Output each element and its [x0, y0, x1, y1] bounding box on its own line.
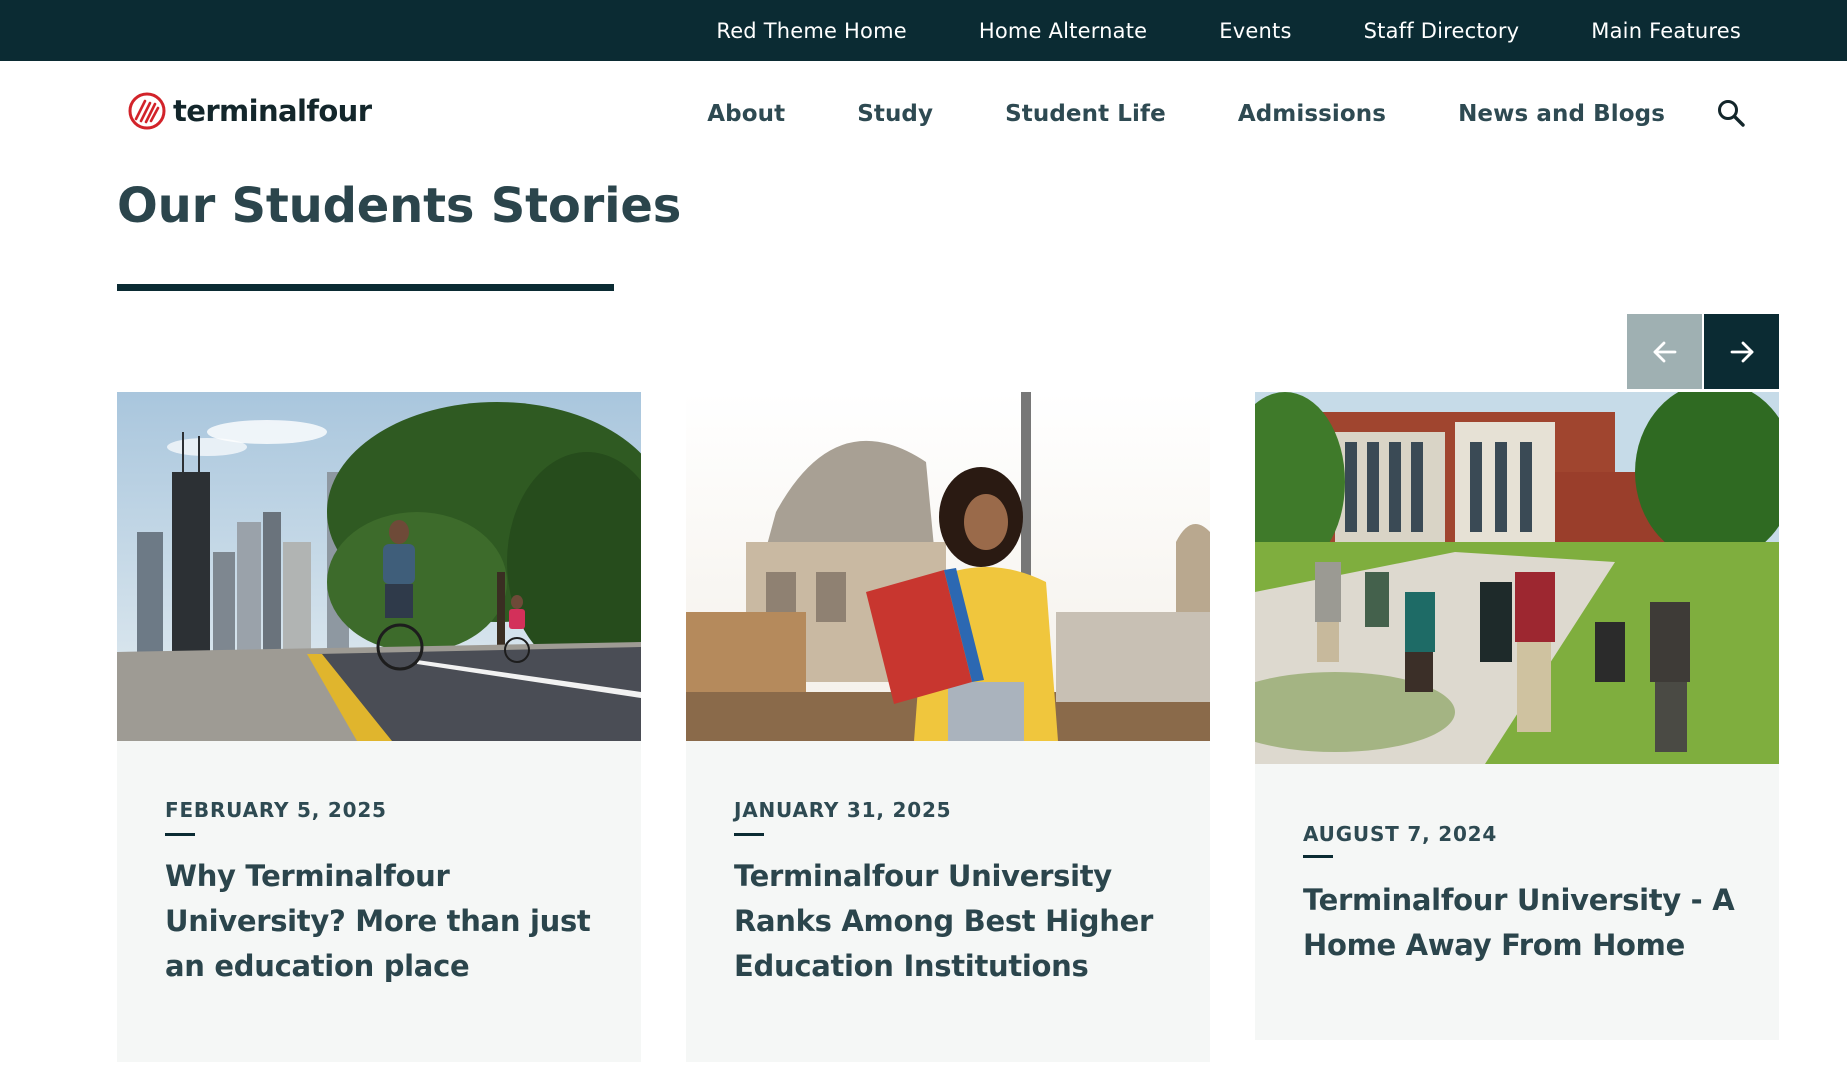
logo-text: terminalfour	[173, 94, 372, 128]
date-underline	[165, 833, 195, 836]
utility-link-red-theme-home[interactable]: Red Theme Home	[716, 19, 907, 43]
main-nav-item: Study	[857, 101, 933, 127]
main-nav-item: News and Blogs	[1458, 101, 1665, 127]
arrow-right-icon	[1730, 341, 1753, 362]
logo-mark-icon	[128, 92, 166, 130]
story-card[interactable]: AUGUST 7, 2024 Terminalfour University -…	[1255, 392, 1779, 1040]
story-date: JANUARY 31, 2025	[734, 798, 952, 822]
main-nav-item: Student Life	[1005, 101, 1166, 127]
nav-student-life[interactable]: Student Life	[1005, 101, 1166, 127]
nav-about[interactable]: About	[707, 101, 785, 127]
arrow-left-icon	[1653, 341, 1676, 362]
story-card[interactable]: JANUARY 31, 2025 Terminalfour University…	[686, 392, 1210, 1062]
utility-nav-item: Staff Directory	[1364, 19, 1520, 43]
story-title-link[interactable]: Why Terminalfour University? More than j…	[165, 854, 595, 989]
utility-nav-item: Events	[1219, 19, 1291, 43]
story-date: FEBRUARY 5, 2025	[165, 798, 387, 822]
nav-news-and-blogs[interactable]: News and Blogs	[1458, 101, 1665, 127]
search-button[interactable]	[1714, 97, 1748, 131]
utility-link-home-alternate[interactable]: Home Alternate	[979, 19, 1147, 43]
main-header: terminalfour About Study Student Life Ad…	[0, 61, 1847, 166]
main-nav-item: About	[707, 101, 785, 127]
nav-admissions[interactable]: Admissions	[1238, 101, 1386, 127]
carousel-prev-button[interactable]	[1627, 314, 1702, 389]
main-nav: About Study Student Life Admissions News…	[707, 61, 1665, 166]
utility-link-staff-directory[interactable]: Staff Directory	[1364, 19, 1520, 43]
utility-link-main-features[interactable]: Main Features	[1591, 19, 1741, 43]
story-image-cyclist-lakefront	[117, 392, 641, 741]
utility-nav-item: Main Features	[1591, 19, 1741, 43]
section-title: Our Students Stories	[117, 178, 682, 234]
search-icon	[1718, 99, 1745, 127]
title-underline	[117, 284, 614, 291]
carousel-next-button[interactable]	[1704, 314, 1779, 389]
nav-study[interactable]: Study	[857, 101, 933, 127]
utility-link-events[interactable]: Events	[1219, 19, 1291, 43]
date-underline	[1303, 855, 1333, 858]
story-title-link[interactable]: Terminalfour University - A Home Away Fr…	[1303, 878, 1743, 968]
utility-nav-list: Red Theme Home Home Alternate Events Sta…	[716, 0, 1741, 61]
story-image-student-with-books	[686, 392, 1210, 741]
main-nav-item: Admissions	[1238, 101, 1386, 127]
utility-nav-item: Home Alternate	[979, 19, 1147, 43]
utility-nav-item: Red Theme Home	[716, 19, 907, 43]
story-card[interactable]: FEBRUARY 5, 2025 Why Terminalfour Univer…	[117, 392, 641, 1062]
site-logo[interactable]: terminalfour	[127, 89, 372, 133]
utility-nav-bar: Red Theme Home Home Alternate Events Sta…	[0, 0, 1847, 61]
story-date: AUGUST 7, 2024	[1303, 822, 1498, 846]
story-image-campus-walk	[1255, 392, 1779, 764]
story-title-link[interactable]: Terminalfour University Ranks Among Best…	[734, 854, 1164, 989]
date-underline	[734, 833, 764, 836]
